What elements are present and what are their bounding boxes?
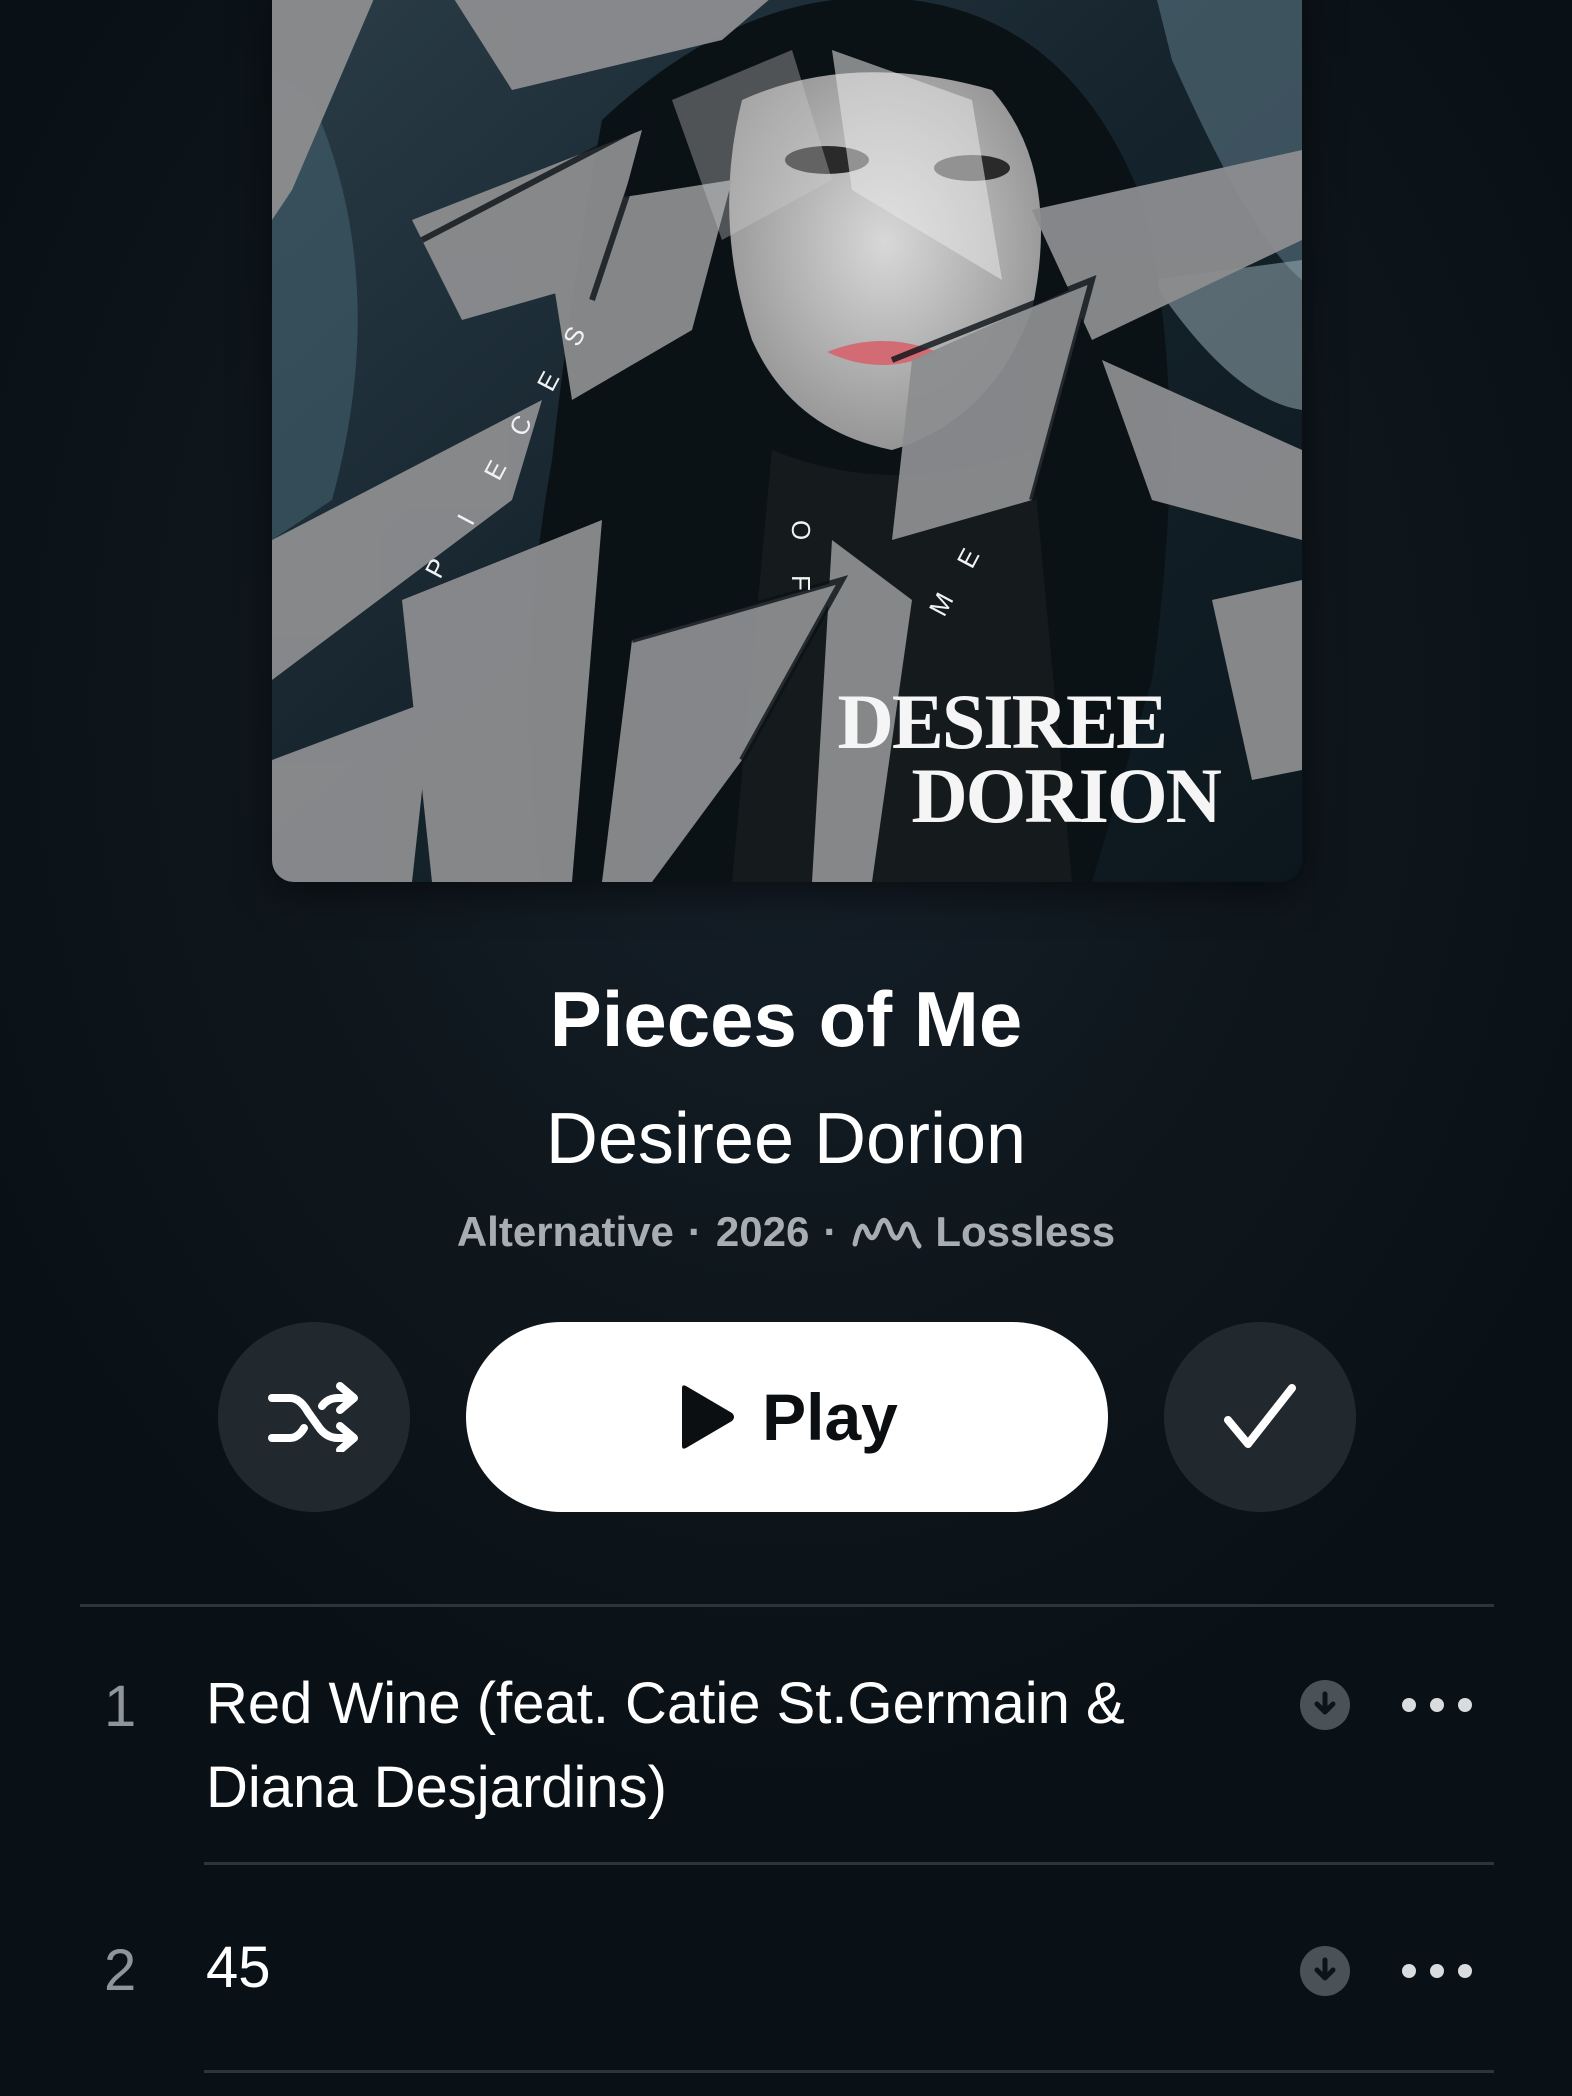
cover-letter: O (786, 520, 816, 542)
more-icon (1458, 1698, 1472, 1712)
track-number: 1 (104, 1674, 137, 1739)
checkmark-icon (1224, 1384, 1296, 1448)
more-icon (1458, 1964, 1472, 1978)
album-page: P I E C E S O F M E DESIREE DORION Piece… (0, 0, 1572, 2096)
download-button[interactable] (1300, 1946, 1350, 1996)
meta-separator: · (823, 1208, 838, 1255)
more-options-button[interactable] (1402, 1685, 1472, 1725)
album-year: 2026 (715, 1208, 810, 1255)
album-cover-image: P I E C E S O F M E DESIREE DORION (272, 0, 1302, 882)
download-icon (1314, 1691, 1336, 1715)
cover-letter: F (786, 575, 816, 593)
more-icon (1430, 1964, 1444, 1978)
track-title: Red Wine (feat. Catie St.Germain & Diana… (206, 1671, 1125, 1820)
track-divider (204, 1862, 1494, 1865)
shuffle-icon (268, 1382, 358, 1452)
download-button[interactable] (1300, 1680, 1350, 1730)
album-artist-link[interactable]: Desiree Dorion (0, 1103, 1572, 1175)
album-genre: Alternative (456, 1208, 674, 1255)
meta-separator: · (687, 1208, 702, 1255)
tracklist-divider (80, 1604, 1494, 1607)
more-options-button[interactable] (1402, 1951, 1472, 1991)
more-icon (1430, 1698, 1444, 1712)
in-library-button[interactable] (1164, 1322, 1356, 1512)
cover-brand-line2: DORION (911, 752, 1221, 839)
more-icon (1402, 1698, 1416, 1712)
more-icon (1402, 1964, 1416, 1978)
album-title: Pieces of Me (549, 975, 1023, 1063)
album-meta: Alternative · 2026 · Lossless (0, 1211, 1572, 1253)
play-icon (682, 1385, 735, 1449)
lossless-waveform-icon (852, 1217, 922, 1249)
play-label: Play (762, 1380, 898, 1454)
download-icon (1314, 1957, 1336, 1981)
album-artwork[interactable]: P I E C E S O F M E DESIREE DORION (272, 0, 1302, 882)
track-divider (204, 2070, 1494, 2073)
album-quality: Lossless (935, 1208, 1116, 1255)
track-title: 45 (206, 1935, 271, 2000)
shuffle-button[interactable] (218, 1322, 410, 1512)
play-button[interactable]: Play (466, 1322, 1108, 1512)
track-number: 2 (104, 1938, 137, 2003)
